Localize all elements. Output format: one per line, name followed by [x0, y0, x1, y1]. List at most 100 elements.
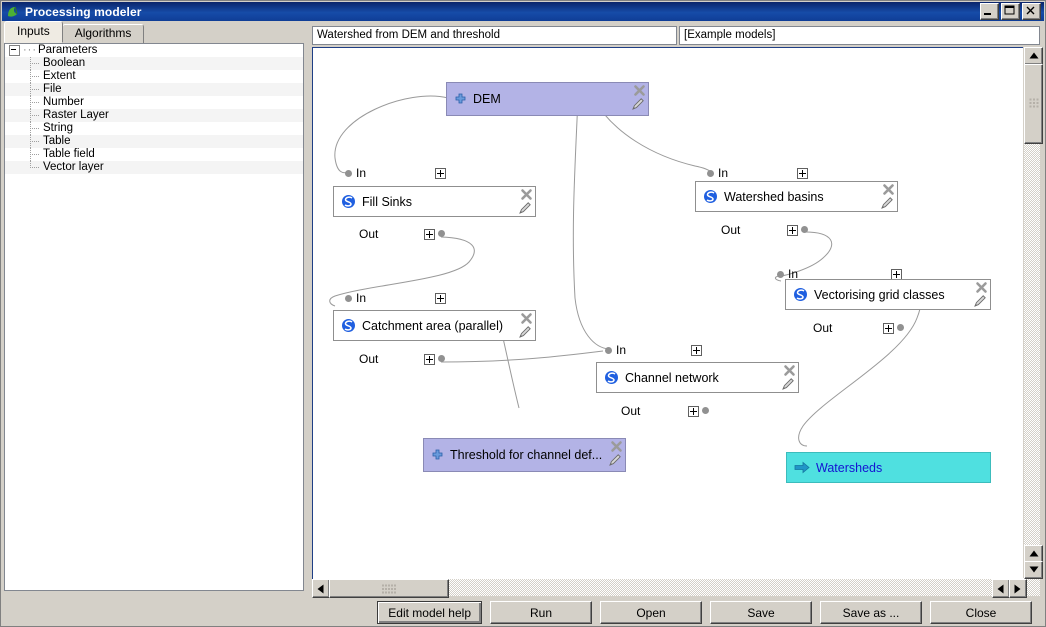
plus-parameter-icon	[454, 93, 467, 106]
port-out-dot-vectorising	[897, 324, 908, 331]
horizontal-scroll-thumb[interactable]	[329, 579, 449, 598]
port-dot-icon	[801, 226, 808, 233]
port-out-fill-sinks[interactable]: Out	[359, 227, 378, 241]
tree-item-boolean[interactable]: Boolean	[5, 57, 303, 70]
close-button-footer[interactable]: Close	[930, 601, 1032, 624]
node-label: Watersheds	[816, 461, 882, 475]
open-button[interactable]: Open	[600, 601, 702, 624]
run-button[interactable]: Run	[490, 601, 592, 624]
tab-algorithms[interactable]: Algorithms	[62, 24, 145, 43]
node-watershed-basins[interactable]: Watershed basins	[695, 181, 898, 212]
port-dot-icon	[345, 295, 352, 302]
save-button[interactable]: Save	[710, 601, 812, 624]
close-button[interactable]	[1022, 3, 1041, 20]
node-buttons	[776, 364, 796, 392]
edit-node-icon[interactable]	[608, 452, 623, 470]
node-vectorising-grid-classes[interactable]: Vectorising grid classes	[785, 279, 991, 310]
model-name-input[interactable]: Watershed from DEM and threshold	[312, 26, 677, 45]
expand-in-channel-network-icon[interactable]	[691, 345, 702, 356]
port-label: Out	[359, 352, 378, 366]
port-out-dot-channel-network	[702, 407, 713, 414]
model-canvas[interactable]: DEM In	[312, 47, 1040, 594]
port-out-catchment[interactable]: Out	[359, 352, 378, 366]
plus-parameter-icon	[431, 449, 444, 462]
node-fill-sinks[interactable]: Fill Sinks	[333, 186, 536, 217]
port-out-dot-watershed-basins	[801, 226, 812, 233]
tree-branch-icon	[27, 57, 43, 70]
expand-out-channel-network-icon[interactable]	[688, 406, 699, 417]
canvas-vertical-scrollbar[interactable]	[1023, 47, 1040, 578]
chevron-up-icon	[1029, 53, 1038, 60]
node-threshold[interactable]: Threshold for channel def...	[423, 438, 626, 472]
model-canvas-inner[interactable]: DEM In	[313, 48, 1018, 572]
port-out-channel-network[interactable]: Out	[621, 404, 640, 418]
node-buttons	[968, 281, 988, 309]
collapse-expander-icon[interactable]	[9, 45, 20, 56]
tree-item-string[interactable]: String	[5, 122, 303, 135]
edit-model-help-button[interactable]: Edit model help	[377, 601, 482, 624]
expand-out-fill-sinks-icon[interactable]	[424, 229, 435, 240]
node-buttons	[513, 188, 533, 216]
edit-node-icon[interactable]	[781, 376, 796, 394]
node-label: Watershed basins	[724, 190, 824, 204]
node-label: Fill Sinks	[362, 195, 412, 209]
edit-node-icon[interactable]	[880, 195, 895, 213]
chevron-left-icon	[318, 584, 325, 593]
model-group-input[interactable]: [Example models]	[679, 26, 1040, 45]
scroll-up-button[interactable]	[1024, 47, 1043, 65]
vertical-scroll-thumb[interactable]	[1024, 64, 1043, 144]
scroll-right-button-a[interactable]	[992, 579, 1010, 598]
grip-dots-icon	[382, 584, 396, 593]
tree-item-raster-layer[interactable]: Raster Layer	[5, 109, 303, 122]
qgis-logo-icon	[6, 5, 20, 19]
expand-out-vectorising-icon[interactable]	[883, 323, 894, 334]
port-in-fill-sinks[interactable]: In	[345, 166, 366, 180]
expand-in-watershed-basins-icon[interactable]	[797, 168, 808, 179]
canvas-horizontal-scrollbar[interactable]	[312, 579, 1040, 596]
node-catchment-area[interactable]: Catchment area (parallel)	[333, 310, 536, 341]
port-in-catchment[interactable]: In	[345, 291, 366, 305]
tree-root-parameters[interactable]: ··· Parameters	[5, 44, 303, 57]
edit-node-icon[interactable]	[631, 96, 646, 114]
expand-out-watershed-basins-icon[interactable]	[787, 225, 798, 236]
minimize-button[interactable]	[980, 3, 999, 20]
port-in-channel-network[interactable]: In	[605, 343, 626, 357]
tree-branch-icon	[27, 96, 43, 109]
tree-branch-icon	[27, 135, 43, 148]
tree-branch-icon	[27, 148, 43, 161]
scroll-left-button[interactable]	[312, 579, 330, 598]
node-dem[interactable]: DEM	[446, 82, 649, 116]
node-watersheds-output[interactable]: Watersheds	[786, 452, 991, 483]
port-out-vectorising[interactable]: Out	[813, 321, 832, 335]
tree-item-file[interactable]: File	[5, 83, 303, 96]
port-out-watershed-basins[interactable]: Out	[721, 223, 740, 237]
tree-branch-icon	[27, 70, 43, 83]
save-as-button[interactable]: Save as ...	[820, 601, 922, 624]
scroll-right-button[interactable]	[1009, 579, 1027, 598]
maximize-button[interactable]	[1001, 3, 1020, 20]
tree-item-vector-layer[interactable]: Vector layer	[5, 161, 303, 174]
port-in-watershed-basins[interactable]: In	[707, 166, 728, 180]
tab-inputs[interactable]: Inputs	[4, 21, 63, 43]
port-label: Out	[359, 227, 378, 241]
tree-item-number[interactable]: Number	[5, 96, 303, 109]
port-out-dot-fill-sinks	[438, 230, 449, 237]
expand-in-fill-sinks-icon[interactable]	[435, 168, 446, 179]
node-channel-network[interactable]: Channel network	[596, 362, 799, 393]
tree-item-table[interactable]: Table	[5, 135, 303, 148]
tree-dot-connector: ···	[22, 44, 38, 57]
edit-node-icon[interactable]	[518, 200, 533, 218]
port-label: In	[718, 166, 728, 180]
expand-out-catchment-icon[interactable]	[424, 354, 435, 365]
tree-item-label: Extent	[43, 70, 76, 83]
scroll-down-button[interactable]	[1024, 561, 1043, 579]
edit-node-icon[interactable]	[518, 324, 533, 342]
edit-node-icon[interactable]	[973, 293, 988, 311]
tree-item-table-field[interactable]: Table field	[5, 148, 303, 161]
tree-item-extent[interactable]: Extent	[5, 70, 303, 83]
inputs-tree[interactable]: ··· Parameters Boolean Extent File	[4, 43, 304, 591]
tree-branch-icon	[27, 161, 43, 174]
expand-in-catchment-icon[interactable]	[435, 293, 446, 304]
tree-branch-icon	[27, 83, 43, 96]
window-controls	[980, 3, 1041, 20]
